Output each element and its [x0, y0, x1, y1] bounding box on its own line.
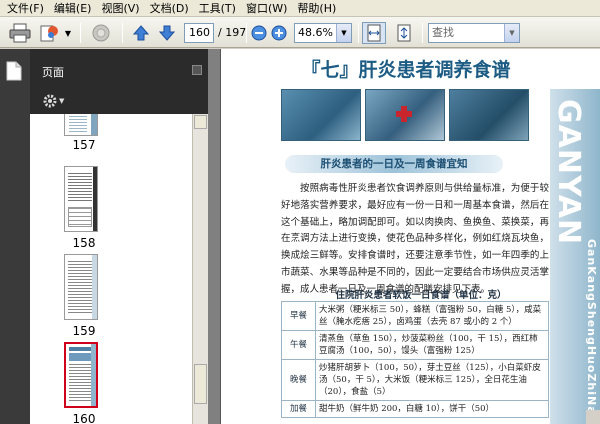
meal-label: 午餐	[281, 330, 316, 360]
menu-window[interactable]: 窗口(W)	[241, 0, 292, 17]
meal-label: 加餐	[281, 400, 316, 418]
page-thumbnail-157[interactable]	[64, 114, 98, 136]
arrow-up-icon	[132, 25, 150, 41]
meal-table: 早餐 大米粥（粳米标三 50），蜂糕（富强粉 50，白糖 5），咸菜丝（腌水疙瘩…	[281, 301, 549, 418]
printer-icon	[9, 23, 31, 43]
doctor-photo	[449, 89, 529, 141]
page-thumbnail-160-selected[interactable]	[64, 342, 98, 408]
food-photo	[281, 89, 361, 141]
table-row: 加餐 甜牛奶（鲜牛奶 200，白糖 10），饼干（50）	[281, 400, 549, 418]
thumbnail-label: 158	[72, 236, 96, 250]
total-pages-label: / 197	[218, 26, 247, 39]
menu-tools[interactable]: 工具(T)	[194, 0, 241, 17]
document-viewport[interactable]: 『七』肝炎患者调养食谱 GANYAN GanKangShengHuoZhiNan…	[208, 49, 600, 424]
meal-label: 晚餐	[281, 359, 316, 401]
scroll-up-button[interactable]	[194, 115, 207, 129]
meal-content: 炒猪肝胡萝卜（100，50），芽土豆丝（125），小白菜虾皮汤（50，干 5），…	[315, 359, 549, 401]
sidebar-tab-strip	[0, 49, 30, 424]
resize-corner	[586, 410, 600, 424]
fit-page-button[interactable]	[392, 22, 416, 44]
pages-panel-header: 页面	[30, 49, 208, 89]
toolbar-separator	[80, 23, 81, 43]
stop-button[interactable]	[88, 22, 114, 44]
body-paragraph: 按照病毒性肝炎患者饮食调养原则与供给量标准，为便于较好地落实营养要求，最好应有一…	[281, 183, 549, 295]
pages-tab[interactable]	[6, 61, 22, 84]
zoom-dropdown-button[interactable]: ▼	[336, 24, 351, 42]
document-page: 『七』肝炎患者调养食谱 GANYAN GanKangShengHuoZhiNan…	[220, 49, 600, 424]
pages-panel-toolbar: ▼	[30, 89, 208, 114]
fit-width-icon	[367, 24, 381, 42]
pages-panel: 页面 ▼ 157 158 159 160	[0, 49, 208, 424]
menu-bar: 文件(F) 编辑(E) 视图(V) 文档(D) 工具(T) 窗口(W) 帮助(H…	[0, 0, 600, 17]
pages-panel-title: 页面	[42, 66, 64, 79]
menu-document[interactable]: 文档(D)	[145, 0, 194, 17]
meal-label: 早餐	[281, 301, 316, 331]
toolbar-separator	[122, 23, 123, 43]
meal-content: 大米粥（粳米标三 50），蜂糕（富强粉 50，白糖 5），咸菜丝（腌水疙瘩 25…	[315, 301, 549, 331]
previous-page-button[interactable]	[130, 22, 152, 44]
meal-content: 清蒸鱼（草鱼 150），炒菠菜粉丝（100，干 15），西红柿豆腐汤（100，5…	[315, 330, 549, 360]
collaborate-button[interactable]: ▼	[38, 22, 72, 44]
toolbar: ▼ 160 / 197 48.6% ▼ 查找 ▼	[0, 17, 600, 48]
disabled-globe-icon	[92, 24, 110, 42]
fit-page-icon	[397, 24, 411, 42]
print-button[interactable]	[8, 22, 32, 44]
table-row: 晚餐 炒猪肝胡萝卜（100，50），芽土豆丝（125），小白菜虾皮汤（50，干 …	[281, 359, 549, 401]
chevron-down-icon: ▼	[509, 29, 515, 37]
toolbar-separator	[422, 23, 423, 43]
gear-icon	[43, 94, 57, 108]
thumbnail-label: 157	[72, 138, 96, 152]
thumbnail-list: 157 158 159 160	[30, 114, 192, 424]
chevron-down-icon: ▼	[341, 29, 347, 37]
next-page-button[interactable]	[156, 22, 178, 44]
toolbar-separator	[246, 23, 247, 43]
options-button[interactable]: ▼	[42, 93, 64, 109]
zoom-value: 48.6%	[298, 26, 333, 39]
zoom-out-icon	[251, 25, 267, 41]
zoom-select[interactable]: 48.6% ▼	[294, 23, 352, 43]
arrow-down-icon	[158, 25, 176, 41]
menu-help[interactable]: 帮助(H)	[292, 0, 341, 17]
table-row: 早餐 大米粥（粳米标三 50），蜂糕（富强粉 50，白糖 5），咸菜丝（腌水疙瘩…	[281, 301, 549, 331]
page-number-input[interactable]: 160	[184, 23, 214, 43]
thumbnail-scrollbar[interactable]	[192, 114, 208, 424]
menu-file[interactable]: 文件(F)	[2, 0, 49, 17]
page-thumbnail-158[interactable]	[64, 166, 98, 232]
menu-view[interactable]: 视图(V)	[96, 0, 144, 17]
chevron-down-icon: ▼	[59, 97, 65, 105]
page-icon	[6, 61, 22, 81]
thumbnail-label: 159	[72, 324, 96, 338]
zoom-out-button[interactable]	[250, 22, 268, 44]
side-title-large: GANYAN	[551, 99, 586, 246]
meal-content: 甜牛奶（鲜牛奶 200，白糖 10），饼干（50）	[315, 400, 549, 418]
document-share-icon	[40, 25, 58, 42]
panel-collapse-button[interactable]	[192, 65, 202, 75]
search-input[interactable]: 查找 ▼	[428, 23, 520, 43]
zoom-in-icon	[271, 25, 287, 41]
thumbnail-label: 160	[72, 412, 96, 424]
menu-edit[interactable]: 编辑(E)	[49, 0, 97, 17]
section-heading: 肝炎患者的一日及一周食谱宜知	[285, 155, 503, 173]
page-title: 『七』肝炎患者调养食谱	[301, 59, 511, 81]
search-placeholder: 查找	[432, 26, 454, 39]
table-title: 住院肝炎患者软饭一日食谱（单位：克）	[335, 290, 507, 301]
scroll-thumb[interactable]	[194, 364, 207, 404]
page-thumbnail-159[interactable]	[64, 254, 98, 320]
table-row: 午餐 清蒸鱼（草鱼 150），炒菠菜粉丝（100，干 15），西红柿豆腐汤（10…	[281, 330, 549, 360]
side-title-small: GanKangShengHuoZhiNan	[585, 239, 598, 424]
search-dropdown-button[interactable]: ▼	[504, 24, 519, 42]
medical-photo	[365, 89, 445, 141]
chevron-down-icon: ▼	[64, 28, 72, 38]
toolbar-separator	[358, 23, 359, 43]
fit-width-button[interactable]	[362, 22, 386, 44]
zoom-in-button[interactable]	[270, 22, 288, 44]
red-cross-icon	[396, 106, 412, 122]
